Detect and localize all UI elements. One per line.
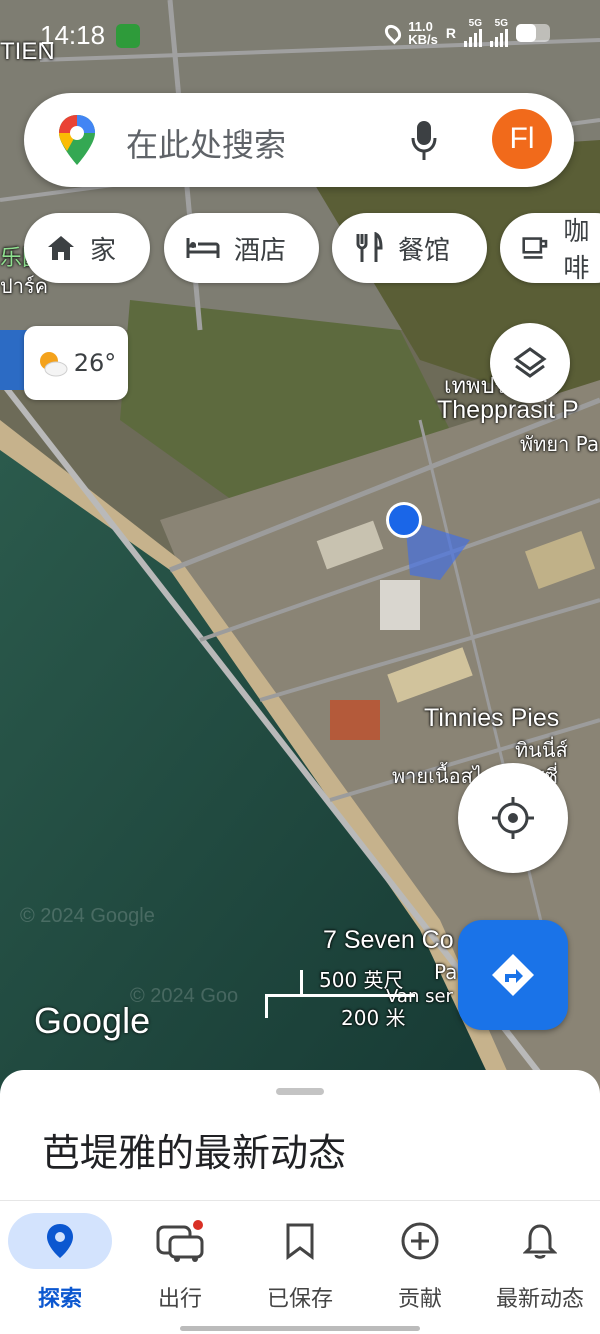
nav-label: 出行 — [157, 1287, 202, 1312]
nav-label: 探索 — [37, 1287, 82, 1312]
status-right: 11.0 KB/s R 5G 5G — [381, 18, 550, 47]
home-icon — [48, 236, 74, 260]
signal-bars-icon — [464, 29, 482, 47]
bell-icon — [523, 1224, 557, 1259]
add-circle-icon — [401, 1222, 439, 1260]
sheet-drag-handle[interactable] — [276, 1088, 324, 1095]
layers-icon — [513, 347, 547, 378]
scale-metric: 200 米 — [341, 1006, 406, 1030]
my-location-button[interactable] — [458, 763, 568, 873]
coffee-cup-icon — [522, 237, 548, 259]
google-maps-pin-icon — [59, 115, 95, 165]
map-label-thepprasit[interactable]: Thepprasit P — [437, 396, 579, 425]
map-label-tinnies-pies[interactable]: Tinnies Pies — [424, 704, 559, 733]
scale-imperial: 500 英尺 — [319, 968, 404, 992]
network-speed: 11.0 KB/s — [408, 18, 438, 47]
signal-bars-icon — [490, 29, 508, 47]
map-watermark: © 2024 Google — [20, 905, 155, 927]
bottom-sheet[interactable]: 芭堤雅的最新动态 — [0, 1070, 600, 1200]
nav-icon-wrap — [488, 1213, 592, 1269]
scale-bar: 500 英尺 200 米 — [265, 968, 415, 1030]
nav-contribute[interactable]: 贡献 — [360, 1213, 480, 1313]
bookmark-icon — [286, 1223, 314, 1260]
weather-widget[interactable]: 26° — [24, 326, 128, 400]
status-bar: 14:18 11.0 KB/s R 5G 5G — [0, 0, 600, 72]
bottom-navigation: 探索 出行 已保存 贡献 最新动态 — [0, 1200, 600, 1334]
chip-home[interactable]: 家 — [24, 213, 150, 283]
chip-restaurants[interactable]: 餐馆 — [332, 213, 487, 283]
roaming-indicator: R — [445, 24, 456, 41]
signal-2: 5G — [490, 18, 508, 47]
chip-label: 家 — [90, 235, 117, 266]
nav-label: 最新动态 — [495, 1287, 584, 1312]
chip-label: 酒店 — [234, 235, 287, 266]
directions-button[interactable] — [458, 920, 568, 1030]
signal-1: 5G — [464, 18, 482, 47]
search-input[interactable]: 在此处搜索 — [126, 120, 286, 166]
nav-saved[interactable]: 已保存 — [240, 1213, 360, 1313]
gesture-bar[interactable] — [180, 1326, 420, 1331]
nav-icon-wrap — [248, 1213, 352, 1269]
google-logo: Google — [34, 1000, 151, 1041]
nav-go[interactable]: 出行 — [120, 1213, 240, 1313]
nav-explore[interactable]: 探索 — [0, 1213, 120, 1313]
chip-coffee[interactable]: 咖啡 — [500, 213, 600, 284]
location-status-icon — [381, 21, 405, 44]
chip-label: 咖啡 — [563, 217, 590, 284]
status-time: 14:18 — [40, 20, 106, 50]
crosshair-icon — [492, 797, 534, 839]
battery-icon — [516, 23, 550, 42]
partly-cloudy-icon — [39, 352, 68, 377]
map-label-thai2[interactable]: พัทยา Pa — [520, 428, 599, 460]
weather-temp: 26° — [73, 349, 117, 377]
nav-icon-wrap — [8, 1213, 112, 1269]
sheet-title: 芭堤雅的最新动态 — [42, 1131, 347, 1175]
chip-hotels[interactable]: 酒店 — [164, 213, 319, 283]
microphone-icon[interactable] — [410, 120, 438, 162]
fork-knife-icon — [356, 232, 383, 262]
map-label-pa: Pa — [434, 960, 458, 984]
car-icon — [156, 1220, 204, 1262]
nav-icon-wrap — [128, 1213, 232, 1269]
bed-icon — [186, 238, 220, 258]
location-pin-icon — [47, 1224, 73, 1258]
nav-updates[interactable]: 最新动态 — [480, 1213, 600, 1313]
nav-label: 已保存 — [266, 1287, 333, 1312]
my-location-dot — [386, 502, 422, 538]
chip-label: 餐馆 — [398, 235, 451, 266]
search-bar[interactable]: 在此处搜索 Fl — [24, 93, 574, 187]
nav-icon-wrap — [368, 1213, 472, 1269]
map-label-7seven[interactable]: 7 Seven Co — [323, 926, 454, 955]
nav-label: 贡献 — [397, 1287, 442, 1312]
layers-button[interactable] — [490, 323, 570, 403]
app-badge-icon — [116, 24, 140, 48]
directions-icon — [492, 954, 534, 996]
avatar[interactable]: Fl — [492, 109, 552, 169]
